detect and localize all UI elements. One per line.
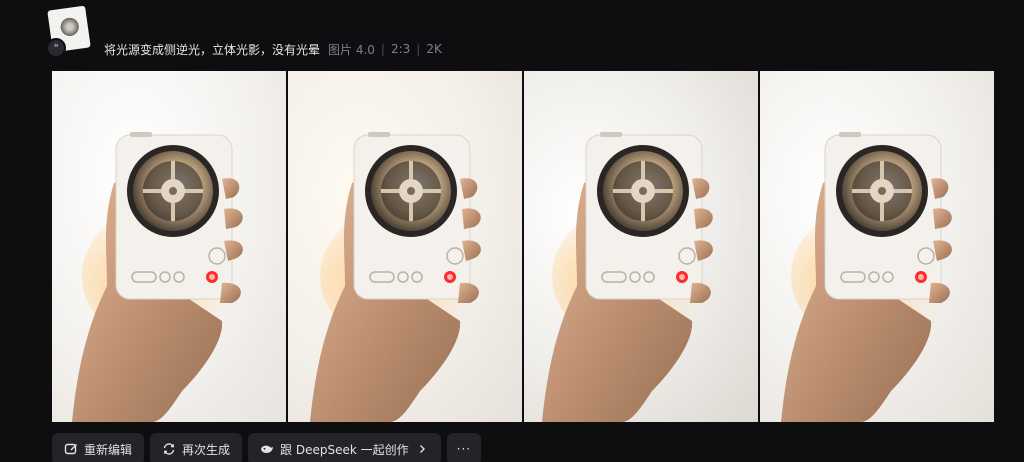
regenerate-label: 再次生成: [182, 442, 231, 457]
reedit-label: 重新编辑: [84, 442, 133, 457]
resolution-label: 2K: [426, 42, 442, 56]
generated-image-2[interactable]: [288, 71, 522, 422]
generated-image-4[interactable]: [760, 71, 994, 422]
divider: |: [380, 42, 385, 56]
reference-thumbnail[interactable]: ❝: [46, 5, 91, 60]
edit-icon: [64, 442, 78, 456]
image-gallery: [52, 71, 994, 422]
reedit-button[interactable]: 重新编辑: [52, 433, 145, 462]
whale-icon: [260, 442, 274, 456]
photo-illustration: [542, 132, 713, 422]
chevron-right-icon: [415, 442, 429, 456]
ratio-label: 2:3: [390, 42, 411, 56]
photo-illustration: [310, 132, 481, 422]
model-label: 图片 4.0: [328, 42, 375, 57]
quote-icon: ❝: [46, 38, 66, 58]
photo-illustration: [72, 132, 243, 422]
prompt-line: 将光源变成侧逆光，立体光影，没有光晕 图片 4.0 | 2:3 | 2K: [104, 40, 442, 58]
regenerate-button[interactable]: 再次生成: [150, 433, 243, 462]
action-bar: 重新编辑 再次生成 跟 DeepSeek 一起创作 ···: [52, 433, 482, 462]
photo-illustration: [781, 132, 952, 422]
generated-image-1[interactable]: [52, 71, 286, 422]
prompt-text: 将光源变成侧逆光，立体光影，没有光晕: [104, 42, 321, 57]
refresh-icon: [162, 442, 176, 456]
deepseek-create-button[interactable]: 跟 DeepSeek 一起创作: [248, 433, 441, 462]
divider: |: [416, 42, 421, 56]
more-options-button[interactable]: ···: [446, 433, 482, 462]
deepseek-label: 跟 DeepSeek 一起创作: [280, 442, 409, 457]
generated-image-3[interactable]: [524, 71, 758, 422]
